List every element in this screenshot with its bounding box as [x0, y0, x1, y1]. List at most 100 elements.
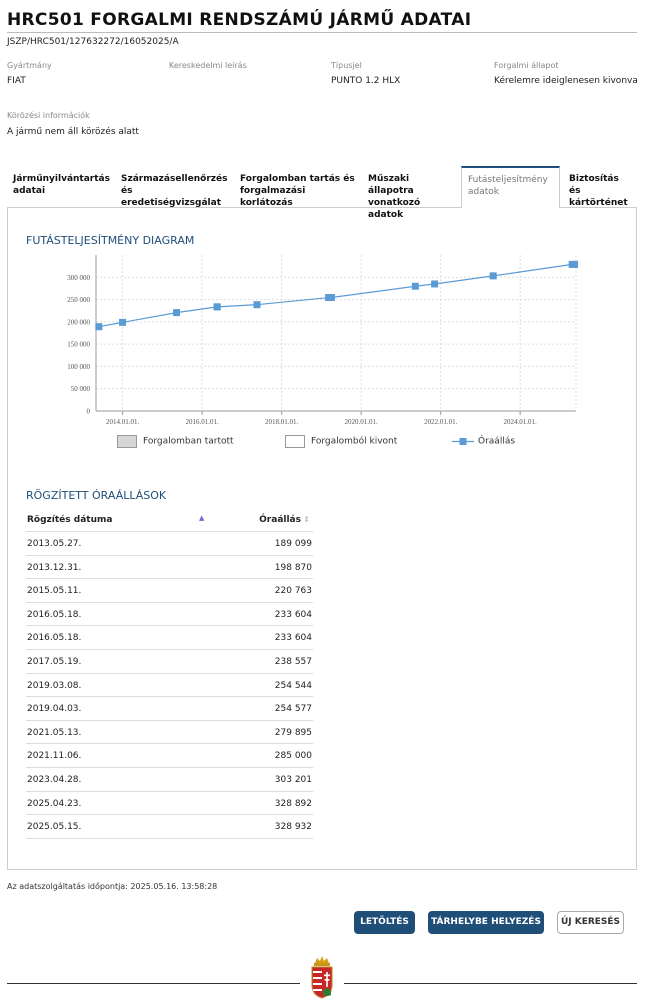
table-section-title: RÖGZÍTETT ÓRAÁLLÁSOK: [26, 489, 167, 502]
y-tick-label: 300 000: [67, 274, 90, 282]
data-point[interactable]: [411, 282, 419, 290]
cell-date: 2016.05.18.: [27, 609, 82, 620]
cell-date: 2016.05.18.: [27, 633, 82, 644]
y-tick-label: 200 000: [67, 318, 90, 326]
title-divider: [7, 32, 637, 33]
x-tick-label: 2014.01.01.: [106, 418, 140, 426]
tab-origin-check[interactable]: Származásellenőrzés és eredetiségvizsgál…: [115, 166, 234, 208]
tab-bar: Járműnyilvántartás adatai Származásellen…: [7, 166, 637, 220]
table-row: 2019.04.03. 254 577: [26, 697, 313, 721]
cell-odometer: 198 870: [274, 562, 312, 573]
x-tick-label: 2022.01.01.: [424, 418, 458, 426]
table-body: 2013.05.27. 189 099 2013.12.31. 198 870 2015…: [26, 532, 313, 839]
cell-date: 2021.11.06.: [27, 751, 82, 762]
legend-swatch-in-circulation: [117, 435, 137, 448]
cell-date: 2025.04.23.: [27, 798, 82, 809]
cell-odometer: 233 604: [274, 633, 312, 644]
registration-status-value: Kérelemre ideiglenesen kivonva: [494, 76, 638, 86]
data-point[interactable]: [327, 294, 335, 302]
table-row: 2016.05.18. 233 604: [26, 603, 313, 627]
column-header-odometer[interactable]: Óraállás: [259, 515, 301, 525]
cell-date: 2025.05.15.: [27, 822, 82, 833]
data-point[interactable]: [95, 323, 103, 331]
y-tick-label: 250 000: [67, 296, 90, 304]
reference-number: JSZP/HRC501/127632272/16052025/A: [7, 37, 179, 47]
table-row: 2019.03.08. 254 544: [26, 674, 313, 698]
cell-date: 2013.05.27.: [27, 539, 82, 549]
sort-icon[interactable]: ⇕: [303, 515, 310, 524]
sort-ascending-icon[interactable]: ▲: [199, 514, 204, 522]
cell-odometer: 220 763: [274, 586, 312, 597]
tab-insurance[interactable]: Biztosítás és kártörténet: [563, 166, 637, 208]
cell-date: 2013.12.31.: [27, 562, 82, 573]
y-tick-label: 150 000: [67, 341, 90, 349]
table-row: 2021.11.06. 285 000: [26, 744, 313, 768]
y-tick-label: 50 000: [71, 385, 91, 393]
registration-status-label: Forgalmi állapot: [494, 61, 559, 70]
cell-odometer: 279 895: [274, 727, 312, 738]
cell-odometer: 238 557: [274, 656, 312, 667]
legend-line-odometer: [452, 438, 474, 445]
make-value: FIAT: [7, 76, 26, 86]
wanted-info-value: A jármű nem áll körözés alatt: [7, 127, 139, 137]
data-point[interactable]: [173, 309, 181, 317]
tab-vehicle-registry[interactable]: Járműnyilvántartás adatai: [7, 166, 115, 208]
data-timestamp: Az adatszolgáltatás időpontja: 2025.05.1…: [7, 882, 218, 891]
hungarian-coat-of-arms-icon: [311, 956, 333, 999]
commercial-description-label: Kereskedelmi leírás: [169, 61, 247, 70]
data-point[interactable]: [571, 260, 579, 268]
tab-technical-condition[interactable]: Műszaki állapotra vonatkozó adatok: [362, 166, 461, 220]
cell-odometer: 328 932: [274, 822, 312, 833]
data-point[interactable]: [431, 280, 439, 288]
data-point[interactable]: [489, 272, 497, 280]
type-label: Típusjel: [331, 61, 362, 70]
table-row: 2015.05.11. 220 763: [26, 579, 313, 603]
x-tick-label: 2024.01.01.: [504, 418, 538, 426]
cell-odometer: 303 201: [274, 774, 312, 785]
legend-item-withdrawn: Forgalomból kivont: [285, 435, 397, 451]
data-point[interactable]: [119, 318, 127, 326]
cell-odometer: 189 099: [274, 539, 312, 549]
table-row: 2025.04.23. 328 892: [26, 792, 313, 816]
cell-odometer: 233 604: [274, 609, 312, 620]
cell-date: 2017.05.19.: [27, 656, 82, 667]
footer-line-left: [7, 983, 300, 984]
cell-odometer: 254 577: [274, 704, 312, 715]
odometer-table: Rögzítés dátuma ▲ Óraállás ⇕ 2013.05.27.…: [26, 512, 313, 839]
cell-odometer: 254 544: [274, 680, 312, 691]
cell-date: 2015.05.11.: [27, 586, 82, 597]
cell-odometer: 328 892: [274, 798, 312, 809]
data-point[interactable]: [253, 301, 261, 309]
tab-circulation-restrictions[interactable]: Forgalomban tartás és forgalmazási korlá…: [234, 166, 362, 208]
chart-section-title: FUTÁSTELJESÍTMÉNY DIAGRAM: [26, 234, 195, 247]
y-tick-label: 100 000: [67, 363, 90, 371]
tab-mileage-data[interactable]: Futásteljesítmény adatok: [461, 166, 560, 208]
legend-swatch-withdrawn: [285, 435, 305, 448]
legend-item-in-circulation: Forgalomban tartott: [117, 435, 234, 451]
make-label: Gyártmány: [7, 61, 52, 70]
cell-date: 2019.04.03.: [27, 704, 82, 715]
x-tick-label: 2020.01.01.: [345, 418, 379, 426]
series-line-odometer: [98, 263, 575, 328]
page-title: HRC501 FORGALMI RENDSZÁMÚ JÁRMŰ ADATAI: [7, 10, 472, 30]
table-row: 2013.12.31. 198 870: [26, 556, 313, 580]
data-point[interactable]: [213, 303, 221, 311]
column-header-date[interactable]: Rögzítés dátuma: [27, 515, 112, 525]
table-header-row: Rögzítés dátuma ▲ Óraállás ⇕: [26, 512, 313, 532]
table-row: 2021.05.13. 279 895: [26, 721, 313, 745]
legend-item-odometer: Óraállás: [452, 435, 515, 451]
x-tick-label: 2018.01.01.: [265, 418, 299, 426]
new-search-button[interactable]: ÚJ KERESÉS: [557, 911, 624, 934]
store-button[interactable]: TÁRHELYBE HELYEZÉS: [428, 911, 544, 934]
table-row: 2017.05.19. 238 557: [26, 650, 313, 674]
y-tick-label: 0: [87, 408, 91, 416]
cell-date: 2019.03.08.: [27, 680, 82, 691]
wanted-info-label: Körözési információk: [7, 111, 90, 120]
cell-odometer: 285 000: [274, 751, 312, 762]
mileage-chart: 2014.01.01. 2016.01.01. 2018.01.01. 2020.01…: [67, 255, 579, 426]
table-row: 2013.05.27. 189 099: [26, 532, 313, 556]
download-button[interactable]: LETÖLTÉS: [354, 911, 415, 934]
cell-date: 2021.05.13.: [27, 727, 82, 738]
table-row: 2025.05.15. 328 932: [26, 815, 313, 839]
x-tick-label: 2016.01.01.: [185, 418, 219, 426]
